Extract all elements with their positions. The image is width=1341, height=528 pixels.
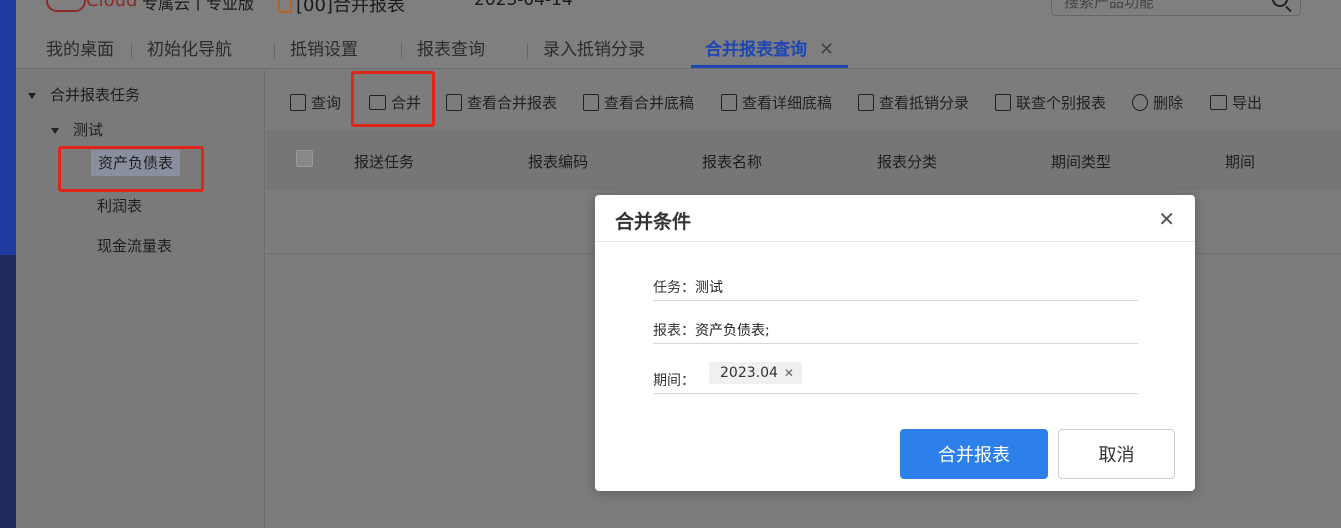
top-header: Cloud 专属云丨专业版 [00]合并报表 2023-04-14 搜索产品功能 [16, 0, 1341, 34]
export-button[interactable]: 导出 [1210, 92, 1262, 113]
query-button[interactable]: 查询 [290, 92, 341, 113]
tab-init-nav[interactable]: 初始化导航 [131, 34, 232, 68]
edition-label: 专属云丨专业版 [142, 0, 255, 13]
tree-item-cash-flow[interactable]: 现金流量表 [97, 235, 172, 256]
task-label: 任务： [653, 280, 695, 296]
tree-node-root[interactable]: 合并报表任务 [28, 84, 140, 105]
tab-report-query[interactable]: 报表查询 [401, 34, 485, 68]
document-icon [858, 94, 874, 111]
merge-conditions-dialog: 合并条件 ✕ 任务：测试 报表：资产负债表; 期间： 2023.04 ✕ 合并报表 … [595, 195, 1195, 491]
close-icon[interactable]: ✕ [819, 39, 834, 60]
report-field: 报表：资产负债表; [653, 320, 1138, 344]
column-header[interactable]: 报送任务 [354, 151, 414, 172]
period-label: 期间： [653, 373, 695, 389]
task-value: 测试 [695, 280, 723, 296]
close-icon[interactable]: ✕ [1158, 207, 1175, 231]
highlight-box-tree [58, 146, 204, 192]
business-date[interactable]: 2023-04-14 [474, 0, 573, 10]
delete-icon [1132, 94, 1148, 111]
dialog-title: 合并条件 [615, 211, 692, 233]
remove-tag-icon[interactable]: ✕ [784, 366, 794, 380]
view-merged-draft-button[interactable]: 查看合并底稿 [583, 92, 694, 113]
logo: Cloud [46, 0, 137, 12]
merge-report-button[interactable]: 合并报表 [900, 429, 1048, 479]
tree-node-test[interactable]: 测试 [51, 119, 103, 140]
query-icon [290, 94, 306, 111]
tab-desktop[interactable]: 我的桌面 [46, 34, 114, 68]
drill-individual-report-button[interactable]: 联查个别报表 [995, 92, 1106, 113]
report-value: 资产负债表; [695, 323, 770, 339]
column-header[interactable]: 报表名称 [702, 151, 762, 172]
task-tree: 合并报表任务 测试 资产负债表 利润表 现金流量表 [16, 70, 265, 528]
divider [595, 241, 1195, 242]
document-icon [721, 94, 737, 111]
column-header[interactable]: 期间类型 [1051, 151, 1111, 172]
report-icon [278, 0, 292, 13]
tab-offset-settings[interactable]: 抵销设置 [274, 34, 358, 68]
highlight-box-merge [351, 71, 435, 127]
table-header: 报送任务 报表编码 报表名称 报表分类 期间类型 期间 [266, 130, 1341, 190]
page-title: [00]合并报表 [296, 0, 405, 16]
tab-offset-entry[interactable]: 录入抵销分录 [527, 34, 645, 68]
select-all-checkbox[interactable] [296, 150, 313, 167]
app-sidebar-strip [0, 0, 16, 528]
task-field: 任务：测试 [653, 277, 1138, 301]
view-merged-report-button[interactable]: 查看合并报表 [446, 92, 557, 113]
tab-bar: 我的桌面 初始化导航 抵销设置 报表查询 录入抵销分录 合并报表查询 ✕ [16, 34, 1341, 69]
document-icon [583, 94, 599, 111]
tab-label: 合并报表查询 [705, 40, 807, 60]
cancel-button[interactable]: 取消 [1058, 429, 1175, 479]
caret-down-icon[interactable] [28, 92, 36, 99]
report-label: 报表： [653, 323, 695, 339]
search-icon[interactable] [1272, 0, 1288, 7]
view-offset-entries-button[interactable]: 查看抵销分录 [858, 92, 969, 113]
column-header[interactable]: 期间 [1225, 151, 1255, 172]
period-field[interactable]: 期间： 2023.04 ✕ [653, 362, 1138, 394]
delete-button[interactable]: 删除 [1132, 92, 1183, 113]
tab-merged-report-query[interactable]: 合并报表查询 ✕ [691, 34, 849, 68]
chart-icon [995, 94, 1011, 111]
period-tag: 2023.04 ✕ [709, 362, 802, 384]
view-detail-draft-button[interactable]: 查看详细底稿 [721, 92, 832, 113]
export-icon [1210, 95, 1227, 110]
column-header[interactable]: 报表编码 [528, 151, 588, 172]
column-header[interactable]: 报表分类 [877, 151, 937, 172]
caret-down-icon[interactable] [51, 127, 59, 134]
search-input[interactable]: 搜索产品功能 [1051, 0, 1301, 16]
tree-item-income-statement[interactable]: 利润表 [97, 195, 142, 216]
search-placeholder: 搜索产品功能 [1064, 0, 1155, 11]
document-icon [446, 94, 462, 111]
